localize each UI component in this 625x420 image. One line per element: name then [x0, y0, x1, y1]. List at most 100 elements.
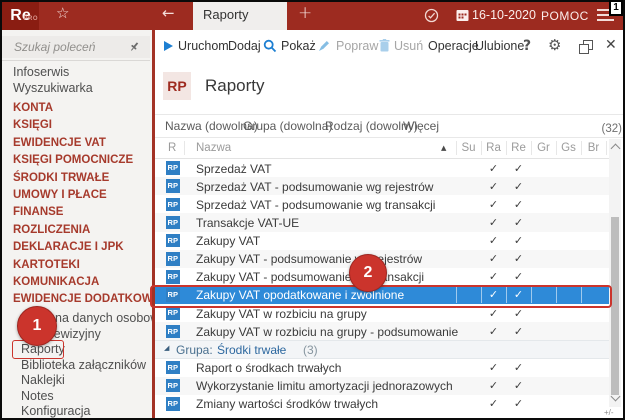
row-name: Wykorzystanie limitu amortyzacji jednora…: [196, 379, 453, 394]
group-count: (3): [303, 343, 318, 358]
vertical-scrollbar[interactable]: [609, 139, 621, 407]
row-name: Raport o środkach trwałych: [196, 361, 342, 376]
app-logo[interactable]: Re PRO: [2, 2, 39, 30]
check-re: ✓: [513, 306, 524, 320]
delete-button[interactable]: Usuń: [394, 38, 423, 55]
table-row[interactable]: RP Raport o środkach trwałych ✓ ✓: [155, 358, 609, 377]
filter-group[interactable]: Grupa (dowolna): [243, 119, 332, 133]
column-header-su[interactable]: Su: [456, 142, 481, 154]
sidebar-item-komunikacja[interactable]: KOMUNIKACJA: [0, 274, 152, 291]
check-re: ✓: [513, 252, 524, 266]
current-date[interactable]: 16-10-2020: [472, 8, 536, 22]
column-header-gs[interactable]: Gs: [556, 142, 581, 154]
logo-pro-badge: PRO: [23, 16, 38, 22]
check-ra: ✓: [488, 234, 499, 248]
column-separator: [581, 141, 582, 155]
calendar-icon[interactable]: [456, 9, 469, 27]
close-icon[interactable]: ✕: [605, 37, 617, 53]
help-button[interactable]: ?: [523, 38, 531, 54]
table-row[interactable]: RP Zakupy VAT w rozbiciu na grupy - pods…: [155, 322, 609, 341]
sidebar-item-ewidencje-vat[interactable]: EWIDENCJE VAT: [0, 135, 152, 152]
help-menu[interactable]: POMOC: [541, 9, 589, 23]
sidebar-item-naklejki[interactable]: Naklejki: [0, 373, 152, 389]
column-header-nazwa[interactable]: Nazwa: [196, 142, 231, 154]
group-prefix: Grupa:: [176, 343, 213, 358]
favorites-button[interactable]: Ulubione: [475, 38, 524, 55]
report-type-icon: RP: [166, 306, 180, 320]
column-separator: [481, 141, 482, 155]
table-row[interactable]: RP Sprzedaż VAT - podsumowanie wg rejest…: [155, 177, 609, 196]
show-button[interactable]: Pokaż: [281, 38, 316, 55]
group-header-row[interactable]: ◢ Grupa: Środki trwałe (3): [155, 340, 609, 359]
table-header: R Nazwa ▲ Su Ra Re Gr Gs Br: [155, 138, 609, 159]
check-ra: ✓: [488, 215, 499, 229]
sidebar-item-umowy-i-place[interactable]: UMOWY I PŁACE: [0, 187, 152, 204]
table-row[interactable]: RP Transakcje VAT-UE ✓ ✓: [155, 213, 609, 232]
filter-more[interactable]: Więcej: [403, 119, 439, 133]
sidebar-item-srodki-trwale[interactable]: ŚRODKI TRWAŁE: [0, 170, 152, 187]
scrollbar-thumb[interactable]: [611, 217, 619, 395]
add-button[interactable]: Dodaj: [228, 38, 261, 55]
pin-icon[interactable]: [129, 41, 140, 52]
sidebar-item-ksiegi-pomocnicze[interactable]: KSIĘGI POMOCNICZE: [0, 152, 152, 169]
edit-button[interactable]: Popraw: [336, 38, 378, 55]
sidebar: Szukaj poleceń Infoserwis Wyszukiwarka K…: [0, 30, 179, 420]
report-type-icon: RP: [166, 360, 180, 375]
row-name: Zakupy VAT - podsumowanie wg transakcji: [196, 270, 425, 285]
report-type-icon: RP: [166, 161, 180, 175]
table-row[interactable]: RP Zakupy VAT ✓ ✓: [155, 231, 609, 250]
row-name: Sprzedaż VAT - podsumowanie wg rejestrów: [196, 179, 434, 194]
sidebar-item-finanse[interactable]: FINANSE: [0, 204, 152, 221]
status-check-icon[interactable]: [424, 8, 439, 28]
row-name: Zakupy VAT - podsumowanie wg rejestrów: [196, 252, 423, 267]
table-row[interactable]: RP Wykorzystanie limitu amortyzacji jedn…: [155, 376, 609, 395]
expand-collapse-toggle[interactable]: +/-: [604, 408, 614, 417]
sidebar-item-rozliczenia[interactable]: ROZLICZENIA: [0, 222, 152, 239]
check-re: ✓: [513, 270, 524, 284]
tab-raporty[interactable]: Raporty: [193, 0, 287, 30]
page-title: Raporty: [205, 76, 265, 95]
new-tab-icon[interactable]: +: [298, 3, 312, 23]
run-button[interactable]: Uruchom: [178, 38, 229, 55]
check-ra: ✓: [488, 324, 499, 338]
command-search-input[interactable]: Szukaj poleceń: [2, 36, 150, 58]
back-arrow-icon[interactable]: ←: [162, 4, 175, 22]
column-header-ra[interactable]: Ra: [481, 142, 506, 154]
check-re: ✓: [513, 161, 524, 175]
sidebar-item-konfiguracja[interactable]: Konfiguracja: [0, 404, 152, 420]
report-type-icon: RP: [166, 197, 180, 212]
column-header-gr[interactable]: Gr: [531, 142, 556, 154]
report-type-icon: RP: [166, 324, 180, 339]
sidebar-item-kartoteki[interactable]: KARTOTEKI: [0, 257, 152, 274]
sidebar-item-biblioteka-zalacznikow[interactable]: Biblioteka załączników: [0, 358, 152, 374]
table-row[interactable]: RP Sprzedaż VAT - podsumowanie wg transa…: [155, 195, 609, 214]
sidebar-item-infoserwis[interactable]: Infoserwis: [0, 64, 152, 80]
sidebar-item-ewidencje-dodatkowe[interactable]: EWIDENCJE DODATKOWE: [0, 291, 160, 308]
table-row[interactable]: RP Zmiany wartości środków trwałych ✓ ✓: [155, 394, 609, 413]
sidebar-item-ksiegi[interactable]: KSIĘGI: [0, 117, 152, 134]
column-header-br[interactable]: Br: [581, 142, 606, 154]
group-expanded-icon[interactable]: ◢: [164, 344, 169, 352]
run-icon: [164, 41, 173, 51]
gear-icon[interactable]: ⚙: [548, 36, 561, 54]
sidebar-item-konta[interactable]: KONTA: [0, 100, 152, 117]
check-re: ✓: [513, 397, 524, 411]
sort-ascending-icon[interactable]: ▲: [441, 144, 446, 152]
favorites-star-icon[interactable]: ☆: [56, 4, 69, 22]
sidebar-item-wyszukiwarka[interactable]: Wyszukiwarka: [0, 80, 152, 96]
check-ra: ✓: [488, 361, 499, 375]
column-separator: [606, 141, 607, 155]
group-name: Środki trwałe: [217, 343, 287, 358]
operations-button[interactable]: Operacje: [428, 38, 479, 55]
report-type-icon: RP: [166, 252, 180, 266]
sidebar-item-deklaracje-i-jpk[interactable]: DEKLARACJE I JPK: [0, 239, 152, 256]
row-name: Zakupy VAT: [196, 234, 261, 249]
scroll-up-icon[interactable]: [610, 143, 621, 154]
restore-window-icon[interactable]: [579, 40, 593, 54]
column-header-r[interactable]: R: [168, 142, 176, 154]
column-header-re[interactable]: Re: [506, 142, 531, 154]
edit-brush-icon: [318, 39, 331, 57]
sidebar-item-notes[interactable]: Notes: [0, 389, 152, 405]
table-row[interactable]: RP Sprzedaż VAT ✓ ✓: [155, 159, 609, 178]
check-ra: ✓: [488, 179, 499, 193]
